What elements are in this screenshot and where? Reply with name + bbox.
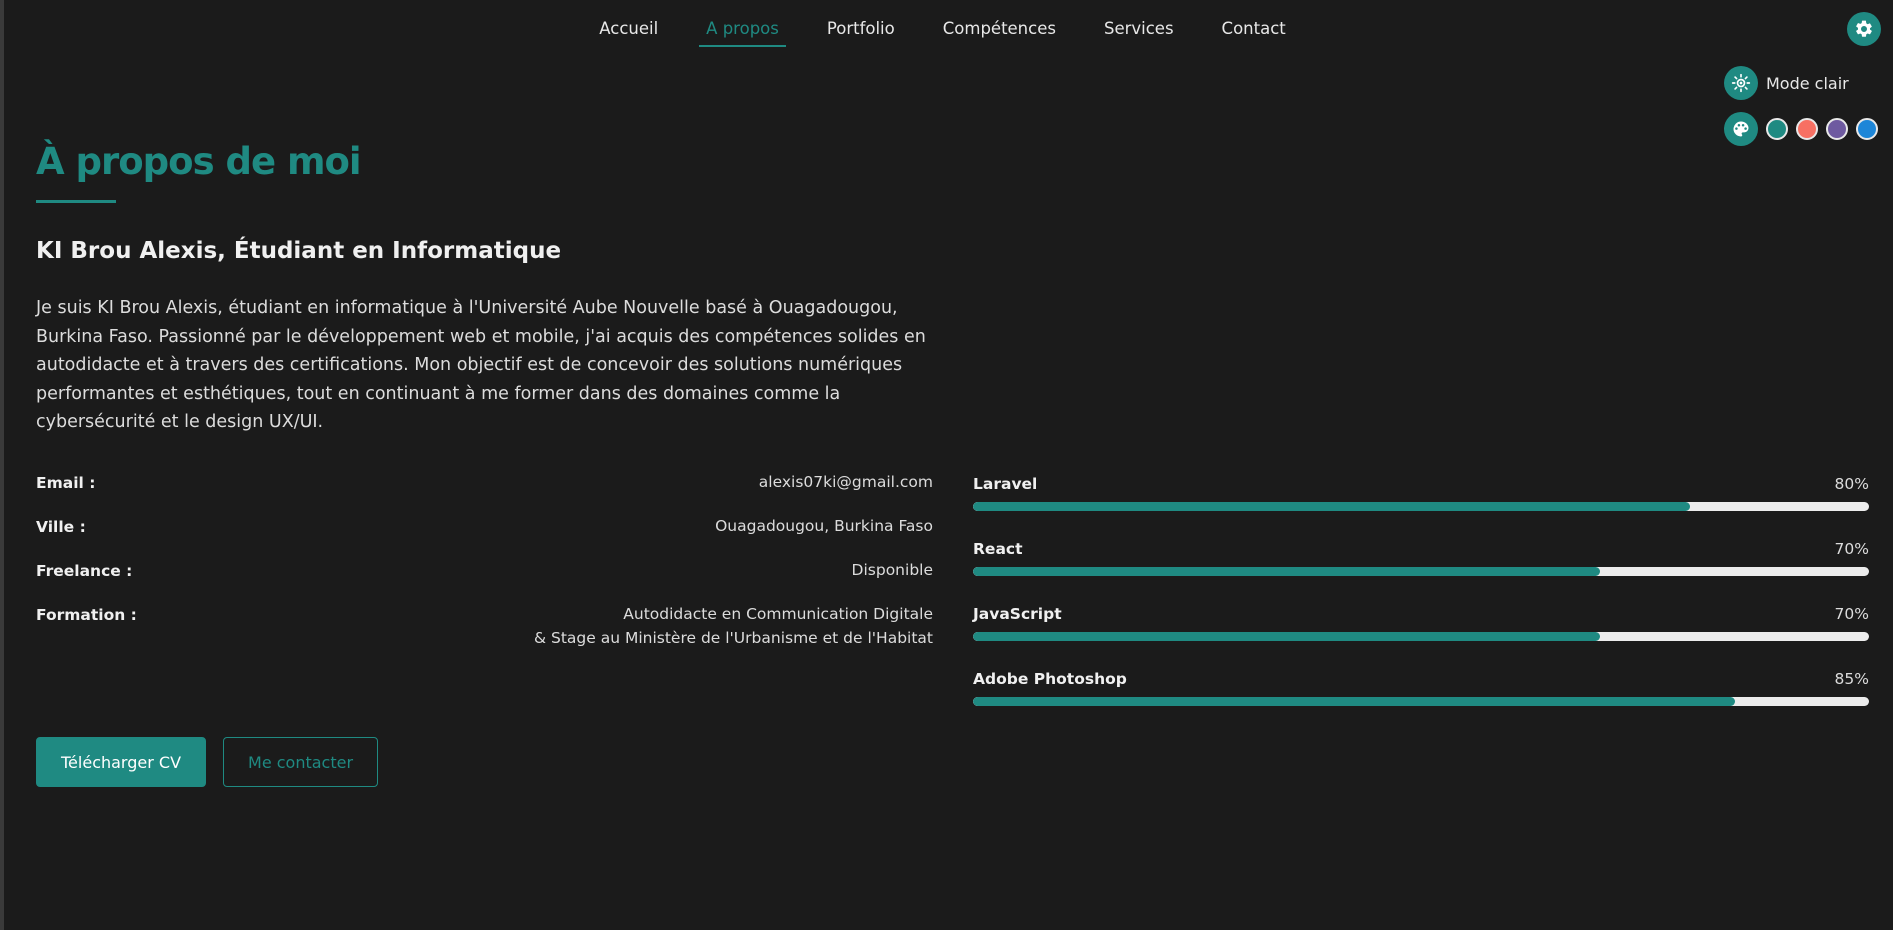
main-nav: Accueil A propos Portfolio Compétences S… [0,0,1893,60]
skills-list: Laravel 80% React 70% JavaScript 70% Ado… [973,474,1869,734]
info-row-freelance: Freelance : Disponible [36,561,933,582]
skill-item: Laravel 80% [973,474,1869,511]
skill-percent: 85% [1834,670,1869,688]
info-key: Ville : [36,518,86,536]
skill-header: JavaScript 70% [973,604,1869,624]
info-value: alexis07ki@gmail.com [758,473,933,491]
sun-icon [1731,73,1751,93]
skill-item: Adobe Photoshop 85% [973,669,1869,706]
theme-panel: Mode clair [1724,66,1878,146]
info-key: Formation : [36,606,137,624]
skill-name: React [973,540,1023,558]
skill-percent: 70% [1834,605,1869,623]
skill-progress-track [973,632,1869,641]
skill-progress-fill [973,567,1601,576]
info-list: Email : alexis07ki@gmail.com Ville : Oua… [36,473,933,674]
nav-item-services[interactable]: Services [1104,19,1174,42]
nav-list: Accueil A propos Portfolio Compétences S… [599,19,1286,47]
download-cv-button[interactable]: Télécharger CV [36,737,207,787]
mode-toggle-button[interactable] [1724,66,1758,100]
settings-button[interactable] [1847,12,1881,46]
skill-item: React 70% [973,539,1869,576]
info-value-line2: & Stage au Ministère de l'Urbanisme et d… [533,629,933,647]
color-swatch-blue[interactable] [1856,118,1878,140]
skill-progress-track [973,502,1869,511]
info-row-formation: Formation : Autodidacte en Communication… [36,605,933,650]
info-value-group: Autodidacte en Communication Digitale & … [534,602,933,650]
info-key: Email : [36,474,96,492]
skill-progress-track [973,697,1869,706]
skill-header: Laravel 80% [973,474,1869,494]
color-swatch-purple[interactable] [1826,118,1848,140]
action-buttons: Télécharger CV Me contacter [36,737,379,787]
title-underline [36,200,116,203]
nav-item-a-propos[interactable]: A propos [699,19,786,47]
info-row-ville: Ville : Ouagadougou, Burkina Faso [36,517,933,538]
nav-item-portfolio[interactable]: Portfolio [827,19,895,42]
info-row-email: Email : alexis07ki@gmail.com [36,473,933,494]
about-bio: Je suis KI Brou Alexis, étudiant en info… [36,298,926,432]
skill-progress-track [973,567,1869,576]
mode-toggle[interactable]: Mode clair [1724,66,1878,100]
info-value: Disponible [851,561,933,579]
skill-header: Adobe Photoshop 85% [973,669,1869,689]
color-picker [1724,112,1878,146]
nav-item-contact[interactable]: Contact [1222,19,1286,42]
page-edge [0,0,4,930]
skill-header: React 70% [973,539,1869,559]
skill-name: Laravel [973,475,1038,493]
palette-icon [1733,121,1749,137]
section-title: À propos de moi [36,140,362,183]
skill-item: JavaScript 70% [973,604,1869,641]
skill-progress-fill [973,697,1735,706]
skill-progress-fill [973,632,1601,641]
skill-name: JavaScript [973,605,1062,623]
skill-percent: 70% [1834,540,1869,558]
info-value: Ouagadougou, Burkina Faso [715,517,933,535]
color-swatch-teal[interactable] [1766,118,1788,140]
info-key: Freelance : [36,562,133,580]
mode-label[interactable]: Mode clair [1766,74,1849,93]
color-swatch-coral[interactable] [1796,118,1818,140]
nav-item-competences[interactable]: Compétences [943,19,1056,42]
skill-name: Adobe Photoshop [973,670,1127,688]
about-subtitle: KI Brou Alexis, Étudiant en Informatique [36,238,562,264]
contact-button[interactable]: Me contacter [223,737,379,787]
palette-button[interactable] [1724,112,1758,146]
skill-progress-fill [973,502,1690,511]
nav-item-accueil[interactable]: Accueil [599,19,658,42]
gear-icon [1856,20,1872,37]
skill-percent: 80% [1834,475,1869,493]
info-value: Autodidacte en Communication Digitale [623,605,933,623]
